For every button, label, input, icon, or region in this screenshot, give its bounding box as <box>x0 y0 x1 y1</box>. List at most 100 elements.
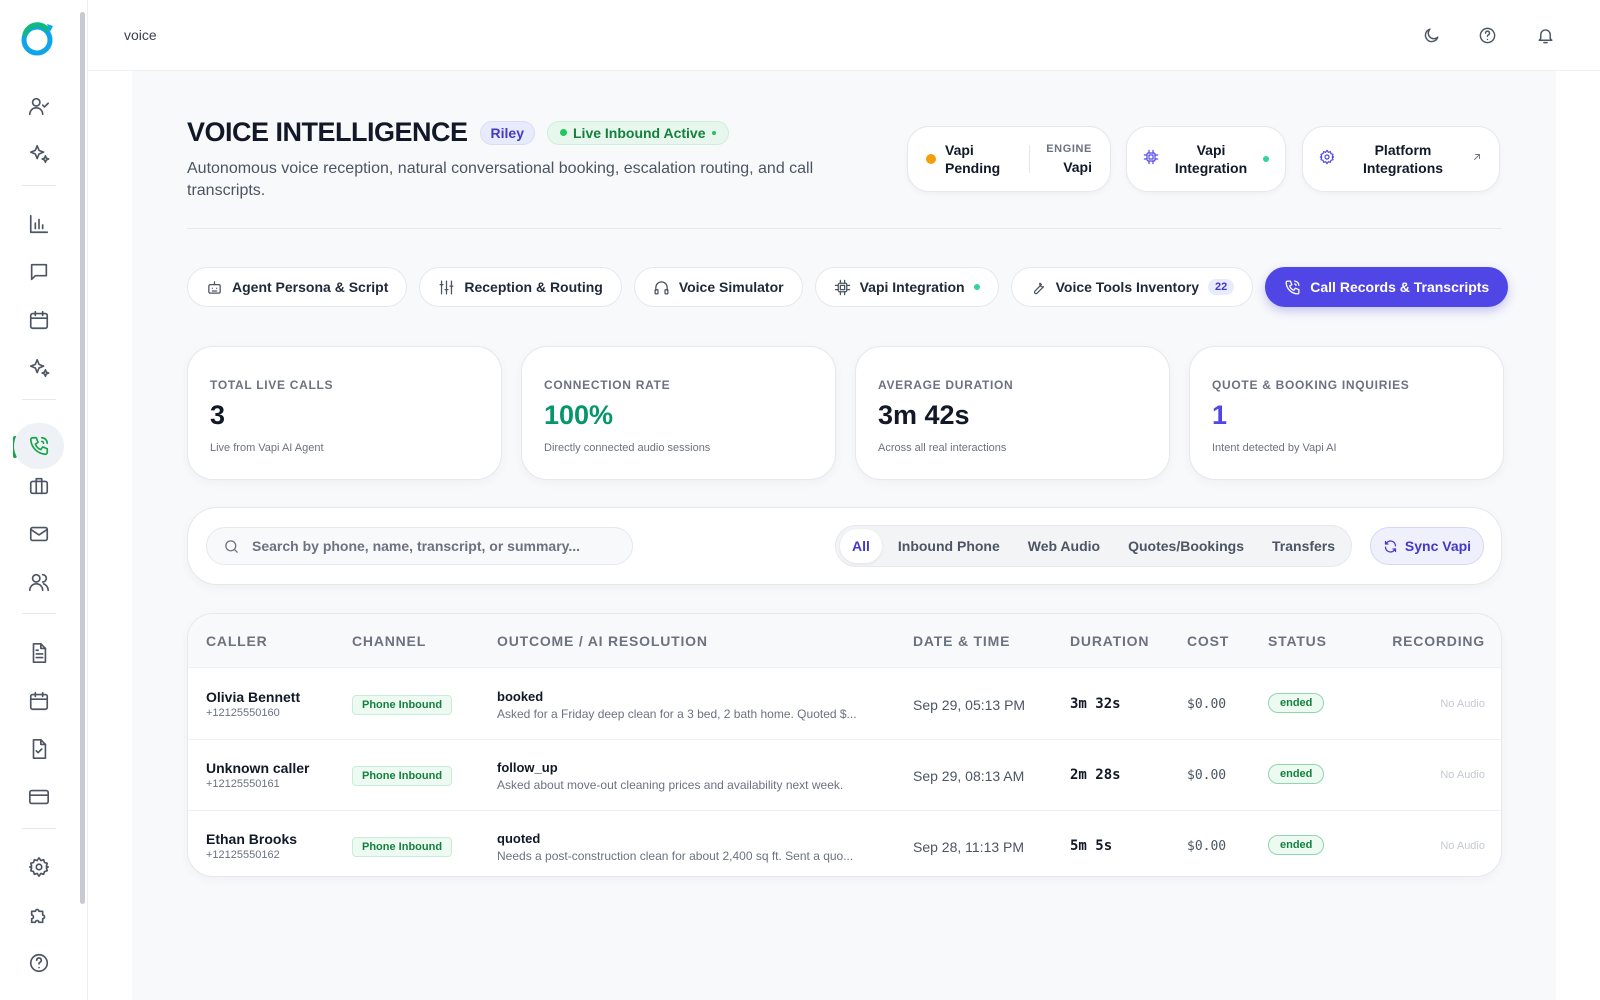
column-header-channel[interactable]: CHANNEL <box>352 633 426 649</box>
tab-voice-simulator[interactable]: Voice Simulator <box>633 267 803 307</box>
tab-call-records[interactable]: Call Records & Transcripts <box>1265 267 1509 307</box>
top-bar: voice <box>88 0 1600 71</box>
help-circle-icon[interactable] <box>22 946 56 980</box>
app-logo-icon[interactable] <box>19 20 57 58</box>
bell-icon[interactable] <box>1528 18 1562 52</box>
outcome-summary: Needs a post-construction clean for abou… <box>497 849 854 863</box>
recording-status: No Audio <box>1440 698 1485 710</box>
sync-vapi-label: Sync Vapi <box>1404 538 1472 554</box>
connected-dot-icon <box>973 284 980 290</box>
file-text-icon[interactable] <box>22 636 56 670</box>
stat-hint: Across all real interactions <box>878 442 1007 454</box>
sync-vapi-button[interactable]: Sync Vapi <box>1370 527 1484 565</box>
sidebar-divider <box>22 828 56 829</box>
sidebar-scrollbar[interactable] <box>80 12 85 904</box>
tab-reception-routing[interactable]: Reception & Routing <box>419 267 622 307</box>
filter-bar: All Inbound Phone Web Audio Quotes/Booki… <box>187 507 1502 585</box>
briefcase-icon[interactable] <box>22 469 56 503</box>
filter-inbound-phone[interactable]: Inbound Phone <box>886 529 1012 563</box>
stat-hint: Directly connected audio sessions <box>544 442 711 454</box>
stat-hint: Intent detected by Vapi AI <box>1212 442 1337 454</box>
chip-icon <box>834 279 850 295</box>
outcome: booked <box>497 689 544 704</box>
sparkles-icon[interactable] <box>22 137 56 171</box>
mail-icon[interactable] <box>22 517 56 551</box>
channel-badge: Phone Inbound <box>352 766 453 786</box>
filter-quotes-bookings[interactable]: Quotes/Bookings <box>1116 529 1256 563</box>
connected-dot-icon <box>1263 156 1269 162</box>
external-link-icon <box>1471 150 1483 168</box>
platform-line2: Integrations <box>1362 160 1444 176</box>
users-icon[interactable] <box>22 565 56 599</box>
wrench-icon <box>1033 282 1044 294</box>
status-badge: ended <box>1268 764 1325 784</box>
table-row[interactable]: Olivia Bennett +12125550160 Phone Inboun… <box>188 669 1501 740</box>
sliders-icon <box>439 279 454 295</box>
tab-label: Agent Persona & Script <box>232 279 389 295</box>
help-circle-icon[interactable] <box>1470 18 1504 52</box>
channel-badge: Phone Inbound <box>352 837 453 857</box>
filter-web-audio[interactable]: Web Audio <box>1016 529 1112 563</box>
puzzle-icon[interactable] <box>22 898 56 932</box>
page-subtitle: Autonomous voice reception, natural conv… <box>187 160 814 199</box>
outcome: quoted <box>497 831 541 846</box>
sparkles-icon[interactable] <box>22 351 56 385</box>
stat-label: AVERAGE DURATION <box>878 378 1014 392</box>
search-icon <box>225 539 238 553</box>
file-check-icon[interactable] <box>22 732 56 766</box>
bar-chart-icon[interactable] <box>22 207 56 241</box>
tab-agent-persona[interactable]: Agent Persona & Script <box>187 267 408 307</box>
breadcrumb[interactable]: voice <box>124 27 157 43</box>
filter-all[interactable]: All <box>840 529 882 563</box>
column-header-status[interactable]: STATUS <box>1268 633 1327 649</box>
caller-phone: +12125550161 <box>206 778 280 790</box>
live-status-text: Live Inbound Active <box>573 124 706 141</box>
sidebar-divider <box>22 613 56 614</box>
outcome-summary: Asked about move-out cleaning prices and… <box>497 778 844 792</box>
pending-dot-icon <box>926 154 936 164</box>
credit-card-icon[interactable] <box>22 780 56 814</box>
tab-label: Reception & Routing <box>464 279 603 295</box>
column-header-outcome[interactable]: OUTCOME / AI RESOLUTION <box>497 633 708 649</box>
column-header-caller[interactable]: CALLER <box>206 633 268 649</box>
moon-icon[interactable] <box>1414 18 1448 52</box>
tab-label: Call Records & Transcripts <box>1310 279 1490 295</box>
chip-icon <box>1143 149 1159 170</box>
user-check-icon[interactable] <box>22 89 56 123</box>
calendar-icon[interactable] <box>22 684 56 718</box>
caller-phone: +12125550160 <box>206 707 280 719</box>
table-row[interactable]: Unknown caller +12125550161 Phone Inboun… <box>188 740 1501 811</box>
phone-call-icon <box>1285 279 1300 295</box>
call-datetime: Sep 29, 05:13 PM <box>913 697 1026 713</box>
persona-badge: Riley <box>479 120 535 145</box>
tab-voice-tools-inventory[interactable]: Voice Tools Inventory 22 <box>1010 267 1254 307</box>
outcome: follow_up <box>497 760 558 775</box>
call-datetime: Sep 28, 11:13 PM <box>913 839 1025 855</box>
stat-average-duration: AVERAGE DURATION 3m 42s Across all real … <box>855 346 1170 480</box>
column-header-recording[interactable]: RECORDING <box>1392 633 1485 649</box>
search-input[interactable] <box>252 538 622 554</box>
platform-integrations-card[interactable]: Platform Integrations <box>1302 126 1500 192</box>
tab-vapi-integration[interactable]: Vapi Integration <box>814 267 999 307</box>
message-icon[interactable] <box>22 255 56 289</box>
recording-status: No Audio <box>1440 840 1485 852</box>
column-header-cost[interactable]: COST <box>1187 633 1229 649</box>
filter-transfers[interactable]: Transfers <box>1260 529 1347 563</box>
live-dot-small-icon <box>711 130 716 135</box>
column-header-duration[interactable]: DURATION <box>1070 633 1149 649</box>
table-row[interactable]: Ethan Brooks +12125550162 Phone Inbound … <box>188 811 1501 876</box>
vapi-integration-card[interactable]: Vapi Integration <box>1126 126 1286 192</box>
stat-label: TOTAL LIVE CALLS <box>210 378 334 392</box>
sidebar <box>0 0 88 1000</box>
page-header: VOICE INTELLIGENCE Riley Live Inbound Ac… <box>187 117 729 148</box>
platform-line1: Platform <box>1374 142 1432 158</box>
column-header-date[interactable]: DATE & TIME <box>913 633 1010 649</box>
phone-call-icon[interactable] <box>14 423 64 469</box>
channel-badge: Phone Inbound <box>352 695 453 715</box>
calendar-icon[interactable] <box>22 303 56 337</box>
refresh-icon <box>1384 539 1397 553</box>
settings-icon[interactable] <box>22 850 56 884</box>
search-box <box>206 527 633 565</box>
stat-value: 3 <box>210 400 226 430</box>
engine-label: ENGINE <box>1046 143 1092 155</box>
